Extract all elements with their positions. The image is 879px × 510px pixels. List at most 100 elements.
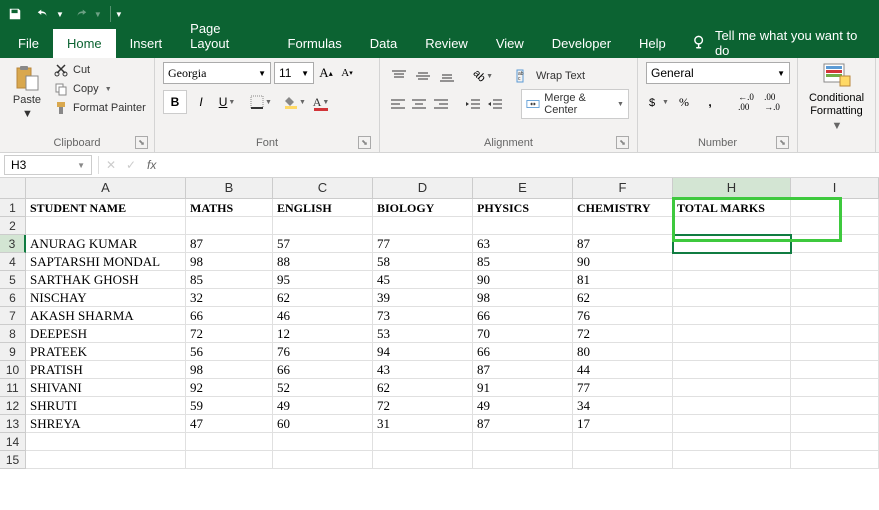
save-icon[interactable] (4, 3, 26, 25)
cell-I8[interactable] (791, 325, 879, 343)
accounting-format-button[interactable]: $▼ (646, 90, 670, 114)
select-all-corner[interactable] (0, 178, 26, 199)
align-left-button[interactable] (388, 93, 408, 115)
cell-D2[interactable] (373, 217, 473, 235)
cell-I1[interactable] (791, 199, 879, 217)
cell-D13[interactable]: 31 (373, 415, 473, 433)
number-launcher[interactable]: ⬊ (776, 136, 789, 149)
align-top-button[interactable] (388, 65, 410, 87)
cell-D7[interactable]: 73 (373, 307, 473, 325)
cancel-formula-button[interactable]: ✕ (101, 155, 121, 175)
tab-home[interactable]: Home (53, 29, 116, 58)
cell-I15[interactable] (791, 451, 879, 469)
redo-dropdown[interactable]: ▼ (94, 10, 102, 19)
wrap-text-button[interactable]: abc Wrap Text (512, 67, 589, 85)
col-header-F[interactable]: F (573, 178, 673, 199)
align-right-button[interactable] (431, 93, 451, 115)
cell-H10[interactable] (673, 361, 791, 379)
row-header-11[interactable]: 11 (0, 379, 26, 397)
col-header-D[interactable]: D (373, 178, 473, 199)
cell-E2[interactable] (473, 217, 573, 235)
cell-A3[interactable]: ANURAG KUMAR (26, 235, 186, 253)
cell-A13[interactable]: SHREYA (26, 415, 186, 433)
row-header-4[interactable]: 4 (0, 253, 26, 271)
cell-B3[interactable]: 87 (186, 235, 273, 253)
cell-A9[interactable]: PRATEEK (26, 343, 186, 361)
cell-H14[interactable] (673, 433, 791, 451)
font-color-button[interactable]: A ▼ (309, 90, 333, 114)
cell-B9[interactable]: 56 (186, 343, 273, 361)
cell-H5[interactable] (673, 271, 791, 289)
clipboard-launcher[interactable]: ⬊ (135, 136, 148, 149)
row-header-12[interactable]: 12 (0, 397, 26, 415)
row-header-14[interactable]: 14 (0, 433, 26, 451)
tab-developer[interactable]: Developer (538, 29, 625, 58)
cell-A7[interactable]: AKASH SHARMA (26, 307, 186, 325)
cell-B10[interactable]: 98 (186, 361, 273, 379)
redo-icon[interactable] (70, 3, 92, 25)
undo-icon[interactable] (32, 3, 54, 25)
cell-C8[interactable]: 12 (273, 325, 373, 343)
cell-F5[interactable]: 81 (573, 271, 673, 289)
undo-dropdown[interactable]: ▼ (56, 10, 64, 19)
cell-I4[interactable] (791, 253, 879, 271)
cell-C11[interactable]: 52 (273, 379, 373, 397)
row-header-7[interactable]: 7 (0, 307, 26, 325)
tell-me-search[interactable]: Tell me what you want to do (680, 28, 879, 58)
cell-A5[interactable]: SARTHAK GHOSH (26, 271, 186, 289)
cell-F3[interactable]: 87 (573, 235, 673, 253)
cell-A11[interactable]: SHIVANI (26, 379, 186, 397)
cell-C10[interactable]: 66 (273, 361, 373, 379)
cell-E13[interactable]: 87 (473, 415, 573, 433)
row-header-8[interactable]: 8 (0, 325, 26, 343)
cell-E11[interactable]: 91 (473, 379, 573, 397)
col-header-C[interactable]: C (273, 178, 373, 199)
cell-F2[interactable] (573, 217, 673, 235)
increase-font-button[interactable]: A▴ (317, 62, 335, 84)
cell-B2[interactable] (186, 217, 273, 235)
cell-I11[interactable] (791, 379, 879, 397)
align-bottom-button[interactable] (436, 65, 458, 87)
cell-E12[interactable]: 49 (473, 397, 573, 415)
cell-I3[interactable] (791, 235, 879, 253)
cell-D8[interactable]: 53 (373, 325, 473, 343)
cell-C13[interactable]: 60 (273, 415, 373, 433)
tab-view[interactable]: View (482, 29, 538, 58)
cell-C6[interactable]: 62 (273, 289, 373, 307)
align-center-button[interactable] (410, 93, 430, 115)
cell-B5[interactable]: 85 (186, 271, 273, 289)
tab-formulas[interactable]: Formulas (274, 29, 356, 58)
cell-E6[interactable]: 98 (473, 289, 573, 307)
cell-F9[interactable]: 80 (573, 343, 673, 361)
decrease-font-button[interactable]: A▾ (338, 62, 356, 84)
font-size-select[interactable]: 11▼ (274, 62, 314, 84)
cell-E10[interactable]: 87 (473, 361, 573, 379)
cell-A8[interactable]: DEEPESH (26, 325, 186, 343)
percent-button[interactable]: % (672, 90, 696, 114)
cell-A10[interactable]: PRATISH (26, 361, 186, 379)
cell-D3[interactable]: 77 (373, 235, 473, 253)
cell-E3[interactable]: 63 (473, 235, 573, 253)
customize-qat[interactable]: ▼ (115, 10, 123, 19)
cell-B8[interactable]: 72 (186, 325, 273, 343)
row-header-13[interactable]: 13 (0, 415, 26, 433)
cell-H13[interactable] (673, 415, 791, 433)
cell-H4[interactable] (673, 253, 791, 271)
cell-C2[interactable] (273, 217, 373, 235)
row-header-9[interactable]: 9 (0, 343, 26, 361)
cell-B7[interactable]: 66 (186, 307, 273, 325)
cell-C3[interactable]: 57 (273, 235, 373, 253)
comma-button[interactable]: , (698, 90, 722, 114)
cell-F4[interactable]: 90 (573, 253, 673, 271)
row-header-6[interactable]: 6 (0, 289, 26, 307)
cell-C5[interactable]: 95 (273, 271, 373, 289)
bold-button[interactable]: B (163, 90, 187, 114)
col-header-B[interactable]: B (186, 178, 273, 199)
cell-I5[interactable] (791, 271, 879, 289)
tab-insert[interactable]: Insert (116, 29, 177, 58)
cell-F15[interactable] (573, 451, 673, 469)
copy-button[interactable]: Copy ▼ (52, 81, 148, 97)
cell-F11[interactable]: 77 (573, 379, 673, 397)
cell-D6[interactable]: 39 (373, 289, 473, 307)
paste-button[interactable]: Paste ▼ (6, 62, 48, 128)
